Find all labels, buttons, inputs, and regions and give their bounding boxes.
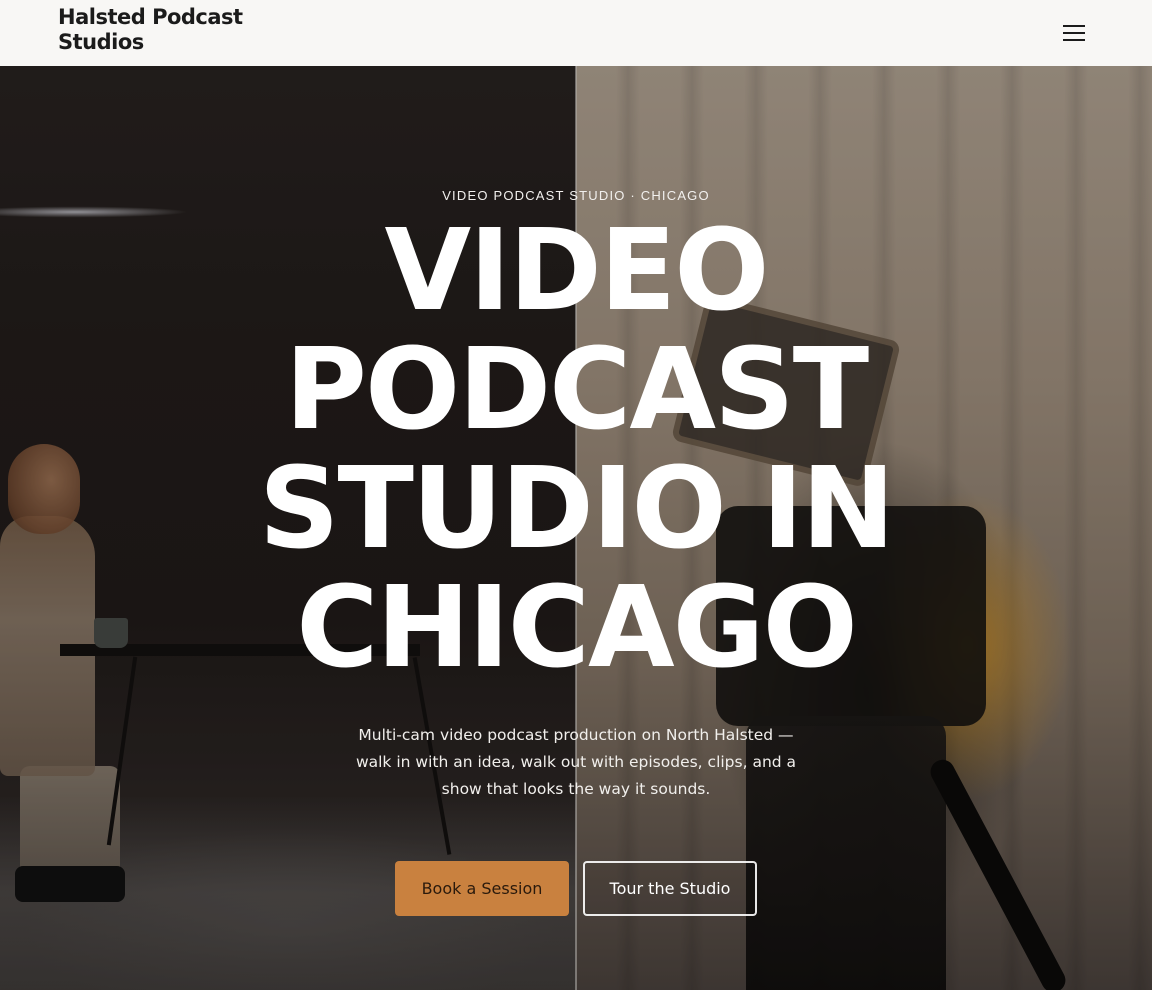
hero-subtitle: Multi-cam video podcast production on No…: [355, 726, 797, 798]
headline-line: PODCAST: [284, 325, 869, 455]
menu-bar: [1063, 39, 1085, 41]
hero-section: VIDEO PODCAST STUDIO · CHICAGO VIDEO POD…: [0, 66, 1152, 990]
headline-line: VIDEO: [384, 206, 769, 336]
site-header: Halsted Podcast Studios: [0, 0, 1152, 66]
tour-studio-button[interactable]: Tour the Studio: [583, 861, 757, 916]
hamburger-menu-icon[interactable]: [1058, 18, 1090, 48]
site-logo[interactable]: Halsted Podcast Studios: [58, 5, 278, 55]
menu-bar: [1063, 32, 1085, 34]
headline-line: STUDIO IN: [258, 444, 895, 574]
hero-eyebrow: VIDEO PODCAST STUDIO · CHICAGO: [442, 188, 710, 203]
headline-line: CHICAGO: [296, 563, 858, 693]
hero-headline: VIDEO PODCAST STUDIO IN CHICAGO: [0, 212, 1152, 688]
book-session-button[interactable]: Book a Session: [395, 861, 569, 916]
menu-bar: [1063, 25, 1085, 27]
